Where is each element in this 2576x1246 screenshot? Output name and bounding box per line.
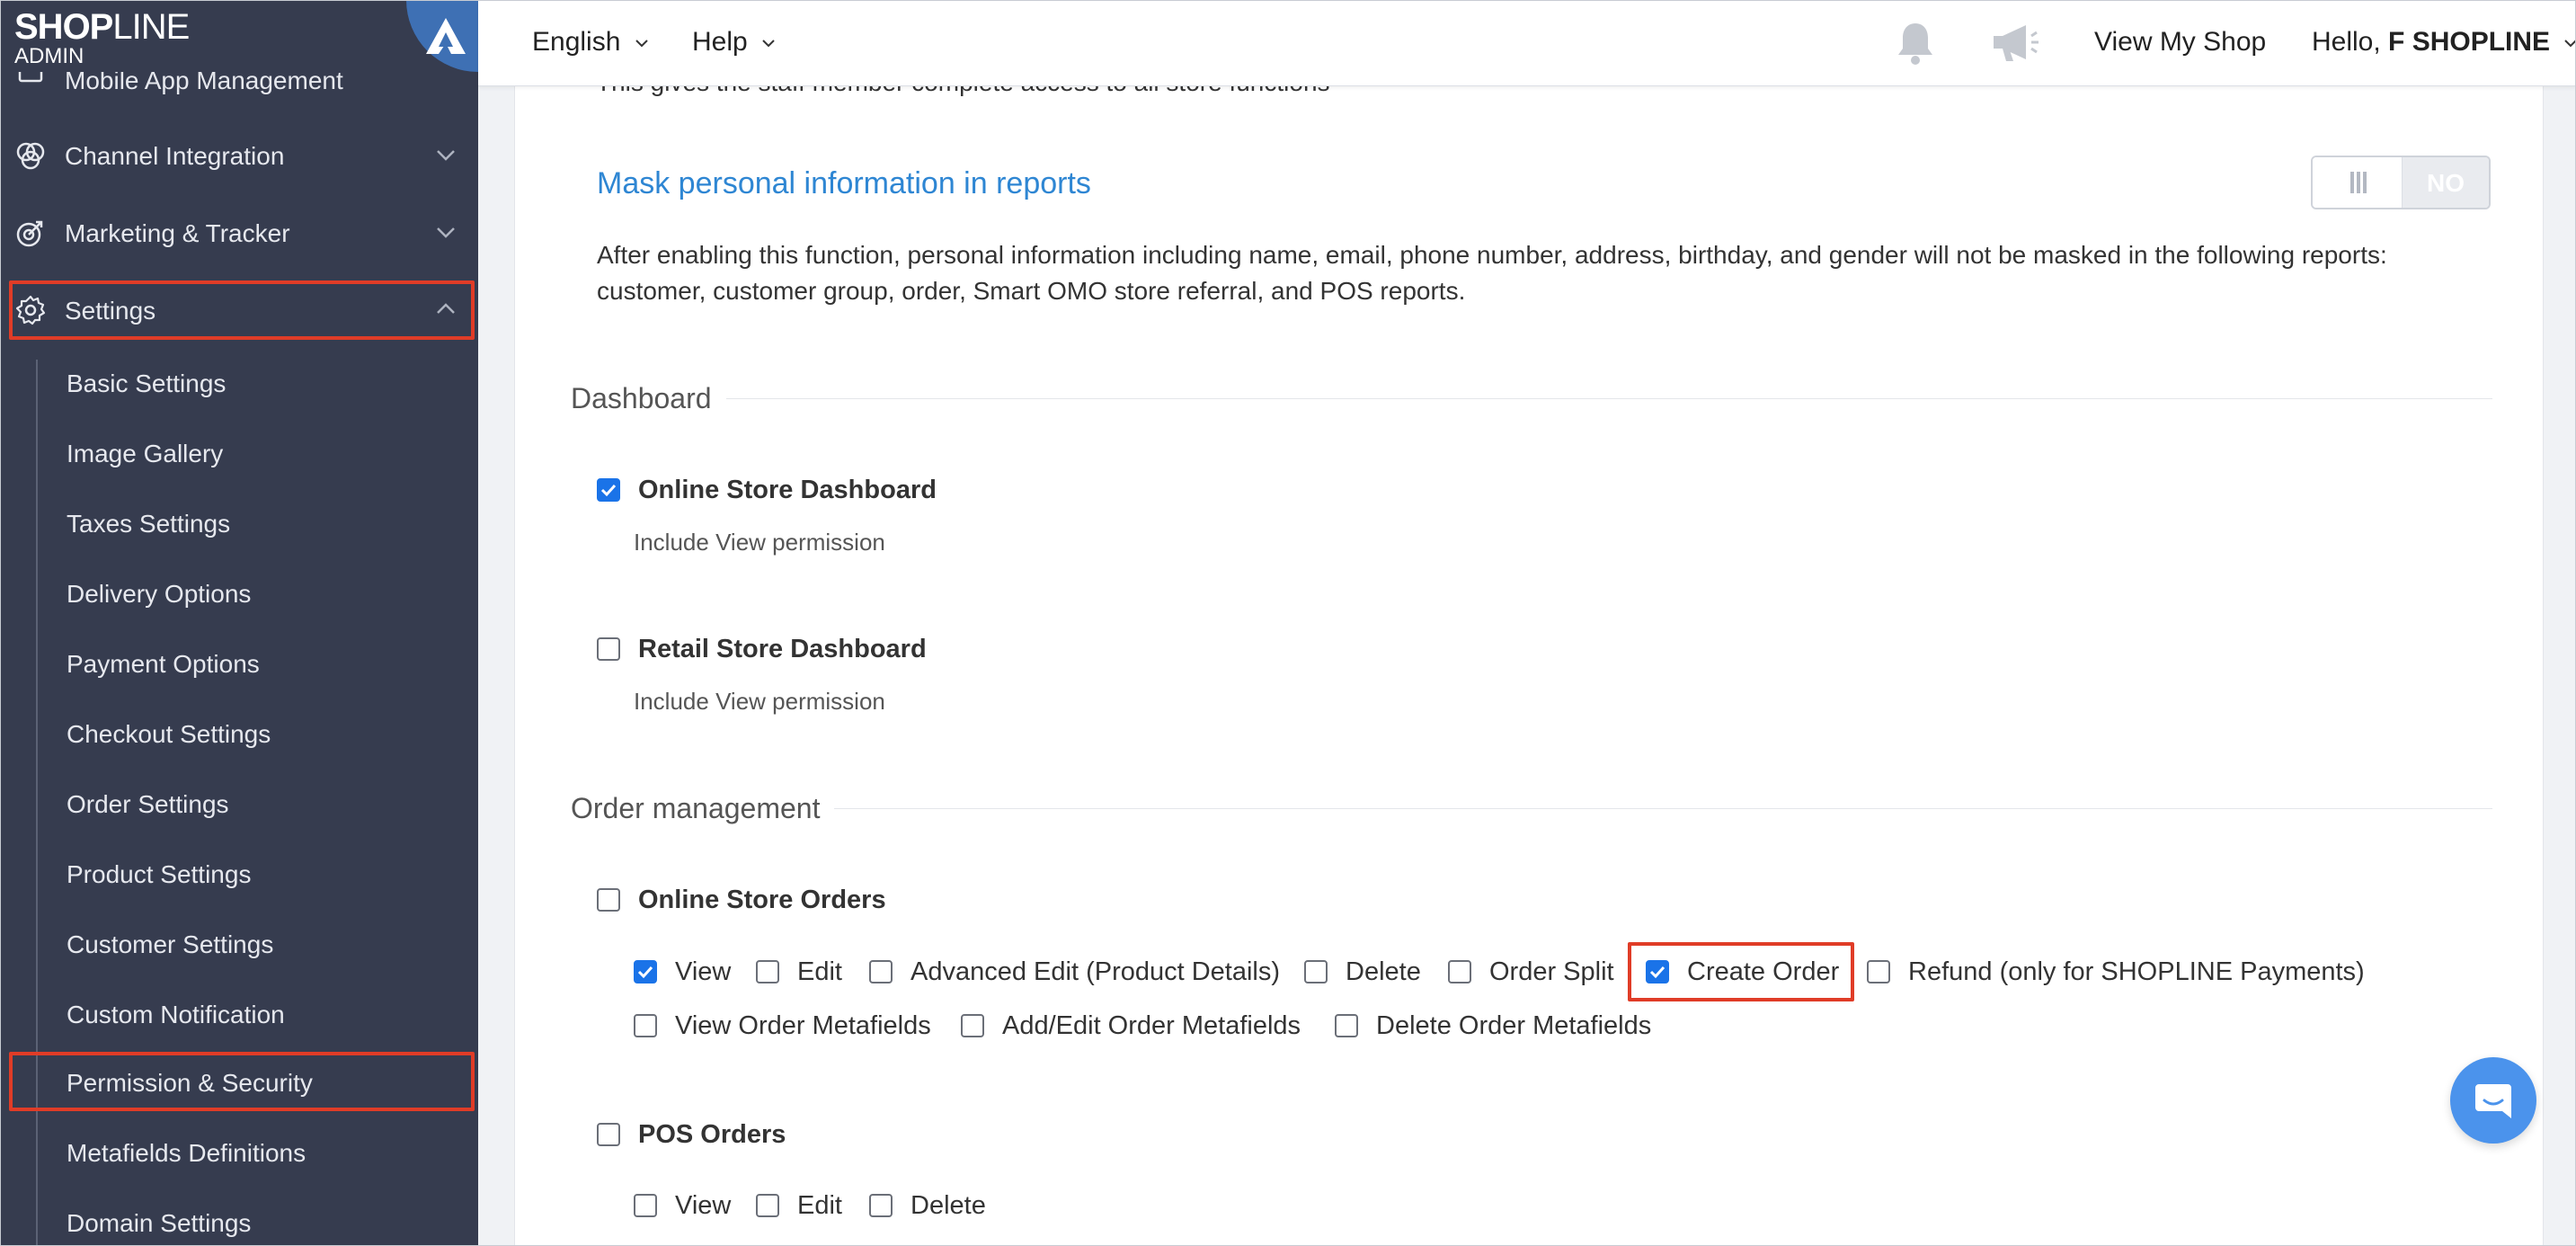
collapse-sidebar-button[interactable] (406, 0, 478, 72)
sidebar-subitem-payment-options[interactable]: Payment Options (38, 633, 469, 696)
sidebar-item-marketing[interactable]: Marketing & Tracker (0, 200, 478, 264)
mask-info-title: Mask personal information in reports (597, 166, 1091, 200)
sidebar-subitem-domain-settings[interactable]: Domain Settings (38, 1192, 469, 1246)
view-my-shop-link[interactable]: View My Shop (2094, 27, 2266, 58)
admin-label: ADMIN (14, 44, 84, 68)
permission-hint: Include View permission (634, 688, 885, 715)
mask-info-toggle[interactable]: NO (2311, 156, 2491, 209)
checkbox-icon[interactable] (869, 1194, 893, 1217)
chevron-down-icon (762, 40, 775, 48)
checkbox-icon[interactable] (634, 1194, 657, 1217)
sidebar-subitem-custom-notification[interactable]: Custom Notification (38, 983, 469, 1046)
chevron-down-icon (437, 150, 455, 161)
sidebar-subitem-delivery-options[interactable]: Delivery Options (38, 563, 469, 626)
megaphone-icon[interactable] (1990, 20, 2040, 67)
chevron-up-icon (437, 303, 455, 314)
checkbox-checked-icon[interactable] (597, 478, 620, 502)
sidebar: Mobile App Management SHOPLINE ADMIN Cha… (0, 0, 478, 1246)
checkbox-icon[interactable] (1867, 960, 1890, 983)
main-content: This gives the staff member complete acc… (514, 0, 2544, 1246)
chevron-down-icon (437, 227, 455, 238)
checkbox-icon[interactable] (634, 1014, 657, 1037)
sidebar-subitem-image-gallery[interactable]: Image Gallery (38, 423, 469, 485)
chat-icon (2475, 1084, 2511, 1118)
brand-header: SHOPLINE ADMIN (0, 0, 478, 72)
checkbox-icon[interactable] (1448, 960, 1471, 983)
checkbox-checked-icon[interactable] (1646, 960, 1669, 983)
toggle-off-state: NO (2403, 157, 2489, 208)
sidebar-subitem-checkout-settings[interactable]: Checkout Settings (38, 703, 469, 766)
chevron-down-icon (635, 40, 648, 48)
checkbox-icon[interactable] (869, 960, 893, 983)
sidebar-item-settings[interactable]: Settings (0, 277, 478, 342)
sidebar-item-label: Channel Integration (65, 142, 285, 170)
checkbox-checked-icon[interactable] (634, 960, 657, 983)
chevron-down-icon (2564, 40, 2576, 48)
sidebar-subitem-basic-settings[interactable]: Basic Settings (38, 352, 469, 415)
order-management-section-title: Order management (571, 791, 835, 825)
sidebar-subitem-product-settings[interactable]: Product Settings (38, 843, 469, 906)
shopline-logo[interactable]: SHOPLINE (14, 9, 190, 45)
checkbox-icon[interactable] (1335, 1014, 1358, 1037)
sidebar-item-channel-integration[interactable]: Channel Integration (0, 122, 478, 187)
checkbox-icon[interactable] (961, 1014, 984, 1037)
toggle-knob (2313, 157, 2403, 208)
target-icon (16, 220, 43, 247)
language-dropdown[interactable]: English (532, 27, 650, 58)
chat-support-button[interactable] (2450, 1057, 2536, 1144)
checkbox-icon[interactable] (756, 1194, 779, 1217)
sidebar-subitem-metafields-definitions[interactable]: Metafields Definitions (38, 1122, 469, 1185)
checkbox-icon[interactable] (597, 888, 620, 912)
section-divider (571, 398, 2492, 399)
mask-info-description: After enabling this function, personal i… (597, 241, 2387, 305)
sidebar-item-label: Marketing & Tracker (65, 219, 290, 247)
channel-icon (16, 142, 45, 170)
gear-icon (15, 295, 46, 325)
checkbox-icon[interactable] (1304, 960, 1328, 983)
sidebar-subitem-taxes-settings[interactable]: Taxes Settings (38, 493, 469, 556)
checkbox-icon[interactable] (597, 1123, 620, 1146)
checkbox-icon[interactable] (756, 960, 779, 983)
mountain-logo-icon (426, 18, 466, 54)
top-bar: English Help View My Shop Hello, F SHOPL… (478, 0, 2576, 86)
dashboard-section-title: Dashboard (571, 381, 726, 415)
sidebar-subitem-order-settings[interactable]: Order Settings (38, 773, 469, 836)
sidebar-subitem-customer-settings[interactable]: Customer Settings (38, 913, 469, 976)
sidebar-item-label: Settings (65, 297, 156, 325)
checkbox-icon[interactable] (597, 637, 620, 661)
section-divider (571, 808, 2492, 809)
help-dropdown[interactable]: Help (692, 27, 777, 58)
user-menu-dropdown[interactable]: Hello, F SHOPLINE (2312, 27, 2576, 58)
bell-icon[interactable] (1893, 20, 1938, 67)
permission-hint: Include View permission (634, 529, 885, 556)
sidebar-subitem-permission-security[interactable]: Permission & Security (38, 1052, 469, 1115)
